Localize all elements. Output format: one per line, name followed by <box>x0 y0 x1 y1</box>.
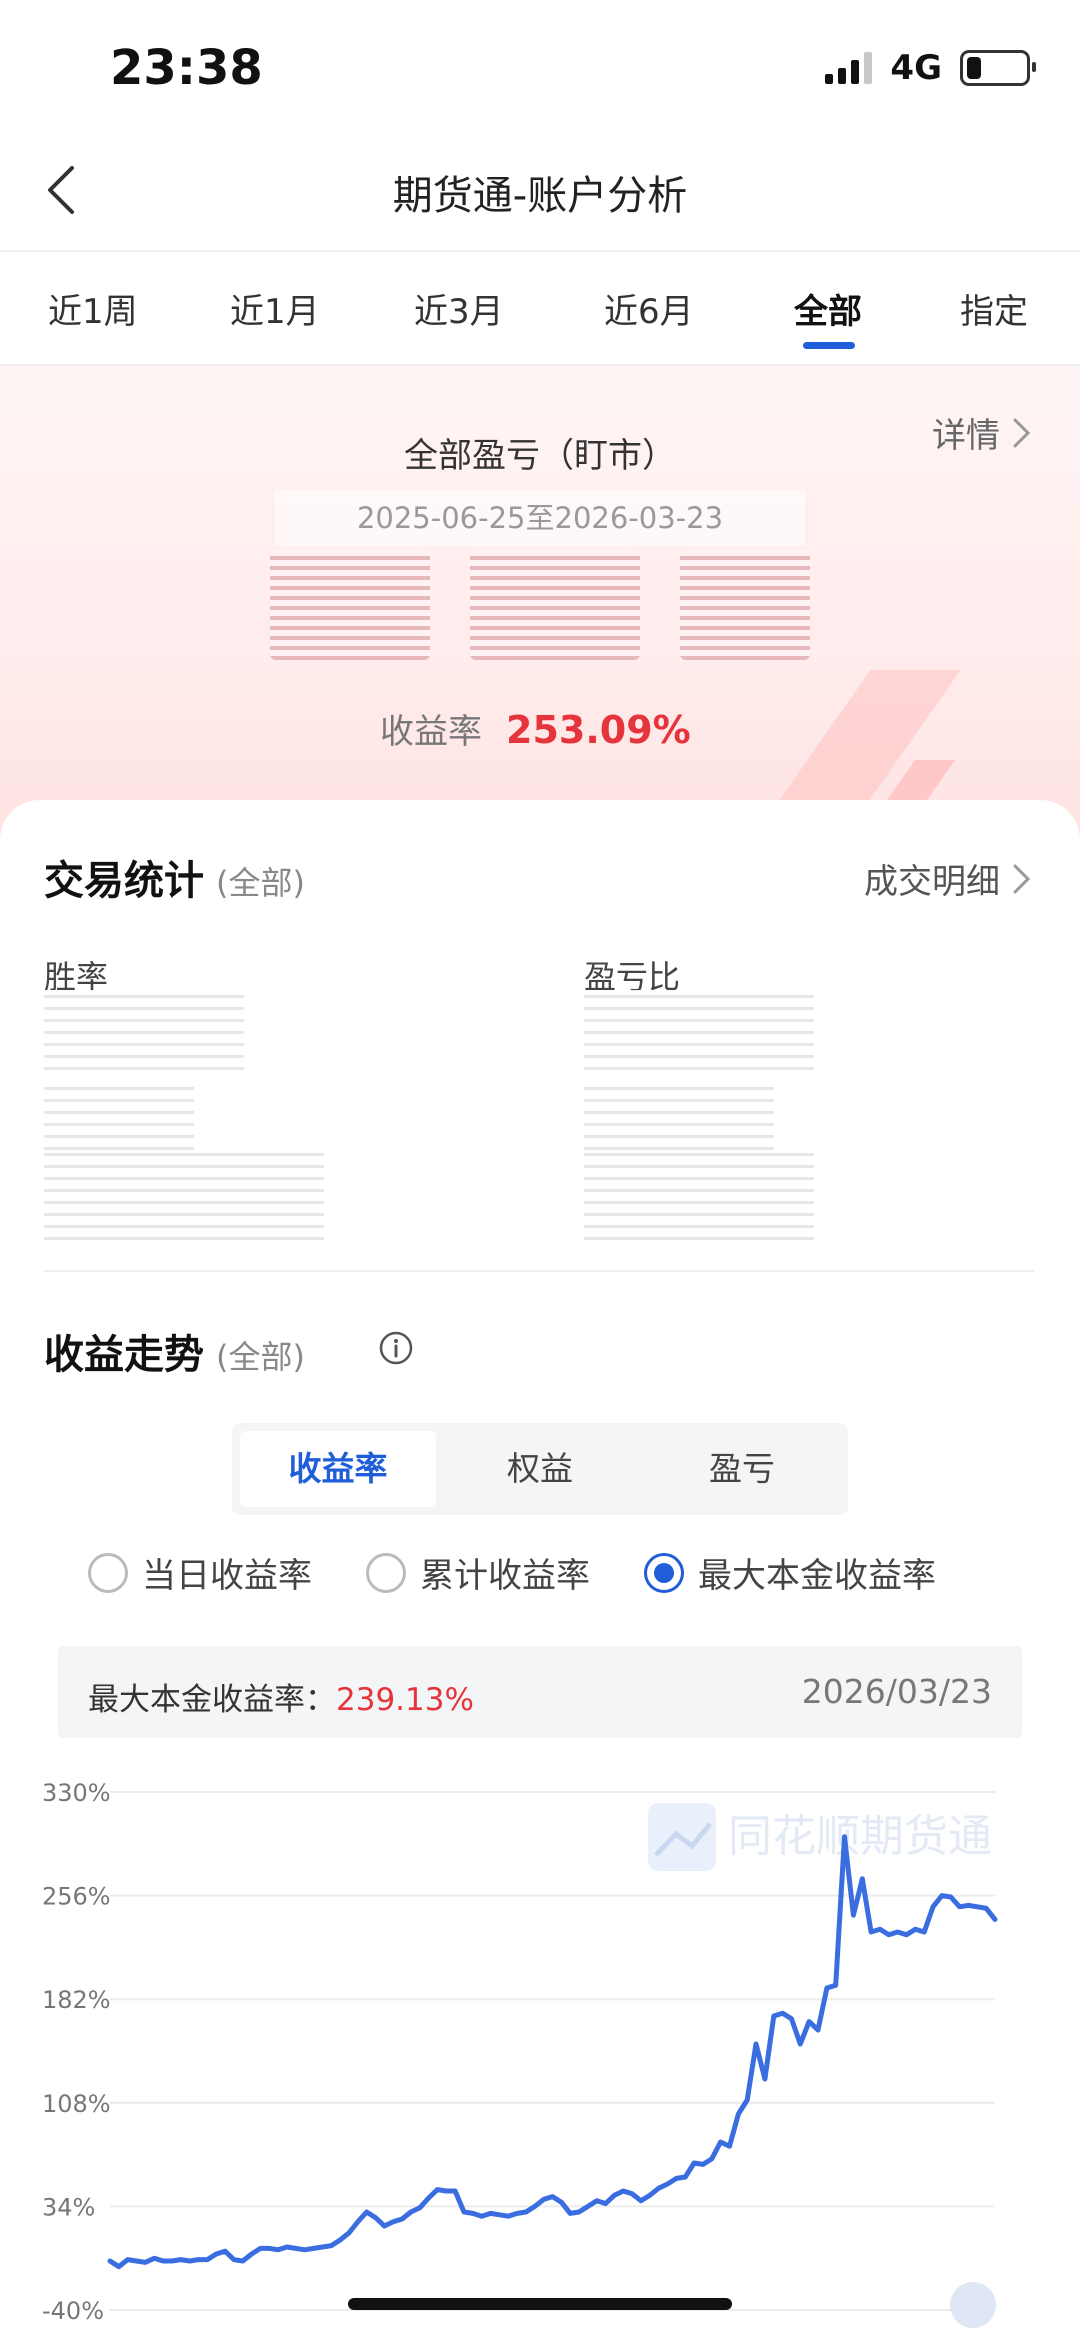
battery-icon <box>960 50 1036 86</box>
info-label: 最大本金收益率： <box>88 1682 336 1718</box>
network-type: 4G <box>890 48 942 88</box>
radio-daily-return[interactable]: 当日收益率 <box>88 1548 312 1597</box>
tab-all[interactable]: 全部 <box>794 284 862 333</box>
home-indicator <box>348 2298 732 2310</box>
trade-stats-scope: (全部) <box>216 864 305 902</box>
chart-info-bar: 最大本金收益率：239.13% 2026/03/23 <box>58 1646 1022 1738</box>
radio-circle-checked <box>644 1552 684 1593</box>
tab-custom[interactable]: 指定 <box>960 284 1028 333</box>
segment-equity[interactable]: 权益 <box>442 1431 638 1507</box>
radio-label: 累计收益率 <box>420 1556 590 1596</box>
return-row: 收益率 253.09% <box>380 704 691 753</box>
series-line <box>107 1834 998 2270</box>
y-tick-label: 256% <box>42 1883 111 1911</box>
info-value: 239.13% <box>336 1682 474 1718</box>
header-divider <box>0 250 1080 252</box>
signal-icon <box>825 52 873 84</box>
period-tabs: 近1周 近1月 近3月 近6月 全部 指定 <box>0 262 1080 362</box>
tab-3-months[interactable]: 近3月 <box>414 284 504 333</box>
segment-profit-loss[interactable]: 盈亏 <box>644 1431 840 1507</box>
redacted-ratio <box>584 990 814 1070</box>
return-label: 收益率 <box>380 712 482 752</box>
redacted-amount <box>270 550 810 680</box>
date-range: 2025-06-25至2026-03-23 <box>275 490 805 546</box>
info-date: 2026/03/23 <box>801 1672 992 1711</box>
radio-max-principal-return[interactable]: 最大本金收益率 <box>644 1548 936 1597</box>
detail-link[interactable]: 详情 <box>932 408 1032 457</box>
status-time: 23:38 <box>110 40 263 96</box>
watermark-text: 同花顺期货通 <box>728 1811 992 1862</box>
radio-cumulative-return[interactable]: 累计收益率 <box>366 1548 590 1597</box>
trade-detail-label: 成交明细 <box>864 862 1000 902</box>
info-icon[interactable] <box>378 1330 414 1366</box>
trade-detail-link[interactable]: 成交明细 <box>864 854 1032 903</box>
detail-link-label: 详情 <box>932 416 1000 456</box>
radio-circle <box>88 1552 128 1593</box>
y-tick-label: 34% <box>42 2193 95 2221</box>
trend-header: 收益走势 (全部) <box>44 1322 305 1380</box>
y-tick-label: 330% <box>42 1779 111 1807</box>
watermark: 同花顺期货通 <box>648 1803 992 1871</box>
y-tick-label: -40% <box>42 2297 104 2325</box>
redacted-win-rate-detail <box>44 1080 194 1150</box>
redacted-win-rate-detail <box>44 1150 324 1240</box>
radio-label: 当日收益率 <box>142 1556 312 1596</box>
segment-return-rate[interactable]: 收益率 <box>240 1431 436 1507</box>
summary-title: 全部盈亏（盯市） <box>404 436 676 476</box>
page-title: 期货通-账户分析 <box>392 173 688 219</box>
trade-stats-title: 交易统计 <box>44 858 204 904</box>
redacted-ratio-detail <box>584 1150 814 1240</box>
active-tab-indicator <box>803 342 855 349</box>
tab-6-months[interactable]: 近6月 <box>604 284 694 333</box>
trade-stats-header: 交易统计 (全部) <box>44 848 305 906</box>
expand-chart-button[interactable] <box>950 2282 996 2328</box>
redacted-ratio-detail <box>584 1080 774 1150</box>
return-trend-chart[interactable]: 同花顺期货通 330% 256% 182% 108% 34% -40% <box>0 1760 1080 2337</box>
info-label-group: 最大本金收益率：239.13% <box>88 1674 474 1719</box>
trend-title: 收益走势 <box>44 1332 204 1378</box>
y-tick-label: 182% <box>42 1986 111 2014</box>
chevron-right-icon <box>1013 418 1031 447</box>
return-value: 253.09% <box>506 708 691 752</box>
redacted-win-rate <box>44 990 244 1070</box>
tab-1-week[interactable]: 近1周 <box>48 284 138 333</box>
y-tick-label: 108% <box>42 2090 111 2118</box>
chevron-right-icon <box>1013 864 1031 893</box>
stats-divider <box>44 1270 1034 1272</box>
radio-label: 最大本金收益率 <box>698 1556 936 1596</box>
return-type-radios: 当日收益率 累计收益率 最大本金收益率 <box>88 1548 936 1597</box>
status-indicators: 4G <box>825 48 1036 88</box>
tab-1-month[interactable]: 近1月 <box>230 284 320 333</box>
radio-circle <box>366 1552 406 1593</box>
trend-segmented-control: 收益率 权益 盈亏 <box>232 1423 848 1515</box>
trend-scope: (全部) <box>216 1338 305 1376</box>
